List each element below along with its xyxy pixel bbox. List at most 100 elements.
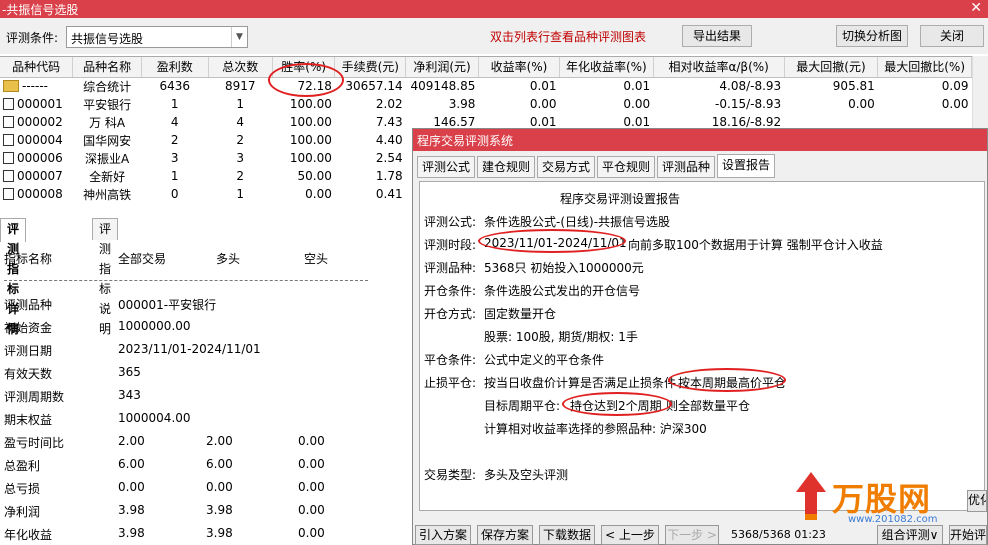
checkbox[interactable] [3, 188, 14, 200]
col-header[interactable]: 相对收益率α/β(%) [653, 57, 785, 78]
formula-label: 评测公式: [424, 215, 477, 229]
indicator-long: 2.00 [206, 434, 233, 448]
tab-indicator-help[interactable]: 评测指标说明 [92, 218, 119, 336]
checkbox[interactable] [3, 134, 14, 146]
download-data-button[interactable]: 下载数据 [539, 525, 595, 545]
cell-value: 3 [170, 151, 179, 165]
col-header[interactable]: 收益率(%) [478, 57, 561, 78]
cell-value: 1 [170, 169, 179, 183]
prev-step-button[interactable]: < 上一步 [601, 525, 659, 545]
header-long: 多头 [216, 252, 241, 266]
benchmark-text: 计算相对收益率选择的参照品种: 沪深300 [484, 422, 707, 436]
indicator-panel: 评测指标详情 评测指标说明 指标名称 全部交易 多头 空头 评测品种 000001… [0, 214, 412, 545]
code-text: 000007 [17, 169, 63, 183]
col-header[interactable]: 年化收益率(%) [559, 57, 654, 78]
cell-code: 000007 [0, 167, 73, 185]
report-heading: 程序交易评测设置报告 [560, 192, 681, 206]
col-header[interactable]: 胜率(%) [272, 57, 336, 78]
col-header[interactable]: 最大回撤比(%) [877, 57, 972, 78]
indicator-long: 3.98 [206, 526, 233, 540]
open-value: 条件选股公式发出的开仓信号 [484, 284, 641, 298]
indicator-name: 总盈利 [4, 459, 41, 473]
cell-value: 8917 [224, 79, 256, 94]
code-text: 000002 [17, 115, 63, 129]
cell-value: 2.02 [375, 97, 403, 111]
cell-value: 0.00 [623, 97, 651, 111]
cell-value: 100.00 [289, 151, 332, 165]
col-header[interactable]: 品种名称 [72, 57, 142, 78]
cell-name: 国华网安 [83, 133, 132, 148]
indicator-all: 1000000.00 [118, 319, 191, 333]
indicator-all: 1000004.00 [118, 411, 191, 425]
col-header[interactable]: 手续费(元) [334, 57, 407, 78]
mode-sub: 股票: 100股, 期货/期权: 1手 [484, 330, 638, 344]
checkbox[interactable] [3, 98, 14, 110]
tab-varieties[interactable]: 评测品种 [657, 156, 716, 178]
chevron-down-icon[interactable]: ▼ [231, 27, 247, 47]
cell-value: 100.00 [289, 115, 332, 129]
cell-value: 50.00 [297, 169, 332, 183]
report-content: 程序交易评测设置报告 评测公式: 条件选股公式-(日线)-共振信号选股 评测时段… [419, 181, 985, 511]
cell-value: 4 [170, 115, 179, 129]
indicator-name: 评测品种 [4, 298, 53, 312]
indicator-all: 3.98 [118, 503, 145, 517]
export-button[interactable]: 导出结果 [682, 25, 752, 47]
checkbox[interactable] [3, 152, 14, 164]
save-plan-button[interactable]: 保存方案 [477, 525, 533, 545]
indicator-name: 盈亏时间比 [4, 436, 65, 450]
stop-value: 按当日收盘价计算是否满足止损条件 [484, 376, 677, 390]
cell-value: 4.08/-8.93 [719, 79, 782, 94]
cell-value: 2.54 [375, 151, 403, 165]
cell-value: 0.01 [529, 79, 557, 94]
cell-value: 2 [236, 133, 245, 147]
cell-value: 6436 [159, 79, 190, 94]
indicator-short: 0.00 [298, 457, 325, 471]
next-step-button[interactable]: 下一步 > [665, 525, 719, 545]
cell-value: 3 [236, 151, 245, 165]
tab-formula[interactable]: 评测公式 [417, 156, 476, 178]
cell-name: 万 科A [89, 115, 126, 130]
header-all: 全部交易 [118, 252, 167, 266]
open-label: 开仓条件: [424, 284, 477, 298]
close-icon[interactable]: ✕ [970, 0, 982, 16]
col-header[interactable]: 净利润(元) [405, 57, 479, 78]
condition-value: 共振信号选股 [71, 32, 144, 46]
condition-select[interactable]: 共振信号选股 ▼ [66, 26, 248, 48]
indicator-name: 评测周期数 [4, 390, 65, 404]
logo-url: www.201082.com [848, 514, 938, 525]
tab-indicator-detail[interactable]: 评测指标详情 [0, 218, 27, 336]
header-name: 指标名称 [4, 252, 53, 266]
cell-value: -0.15/-8.93 [715, 97, 782, 111]
indicator-all: 000001-平安银行 [118, 298, 217, 312]
switch-chart-button[interactable]: 切换分析图 [836, 25, 908, 47]
window-titlebar: -共振信号选股 ✕ [0, 0, 988, 18]
tab-trade-mode[interactable]: 交易方式 [537, 156, 596, 178]
indicator-short: 0.00 [298, 526, 325, 540]
cell-value: 2 [170, 133, 179, 147]
hint-text: 双击列表行查看品种评测图表 [490, 30, 647, 44]
tab-close-rules[interactable]: 平仓规则 [597, 156, 656, 178]
cell-name: 深振业A [85, 151, 130, 166]
portfolio-eval-button[interactable]: 组合评测∨ [877, 525, 943, 545]
cell-value: 100.00 [289, 97, 332, 111]
import-plan-button[interactable]: 引入方案 [415, 525, 471, 545]
checkbox[interactable] [3, 116, 14, 128]
mode-label: 开仓方式: [424, 307, 477, 321]
tab-build-rules[interactable]: 建仓规则 [477, 156, 536, 178]
table-row[interactable]: 000001 平安银行 1 1 100.00 2.02 3.98 0.00 0.00 -0.15/… [0, 95, 972, 113]
col-header[interactable]: 总次数 [208, 57, 273, 78]
col-header[interactable]: 盈利数 [141, 57, 209, 78]
code-text: 000001 [17, 97, 63, 111]
start-eval-button[interactable]: 开始评 [949, 525, 987, 545]
col-header[interactable]: 最大回撤(元) [784, 57, 879, 78]
indicator-short: 0.00 [298, 434, 325, 448]
tab-report[interactable]: 设置报告 [717, 154, 776, 178]
cell-value: 4.40 [375, 133, 403, 147]
summary-row[interactable]: ------ 综合统计 6436 8917 72.18 30657.14 409148.85… [0, 77, 972, 95]
formula-value: 条件选股公式-(日线)-共振信号选股 [484, 215, 671, 229]
close-button[interactable]: 关闭 [920, 25, 984, 47]
checkbox[interactable] [3, 170, 14, 182]
cell-code: 000002 [0, 113, 73, 131]
indicator-all: 365 [118, 365, 141, 379]
col-header[interactable]: 品种代码 [0, 57, 74, 78]
